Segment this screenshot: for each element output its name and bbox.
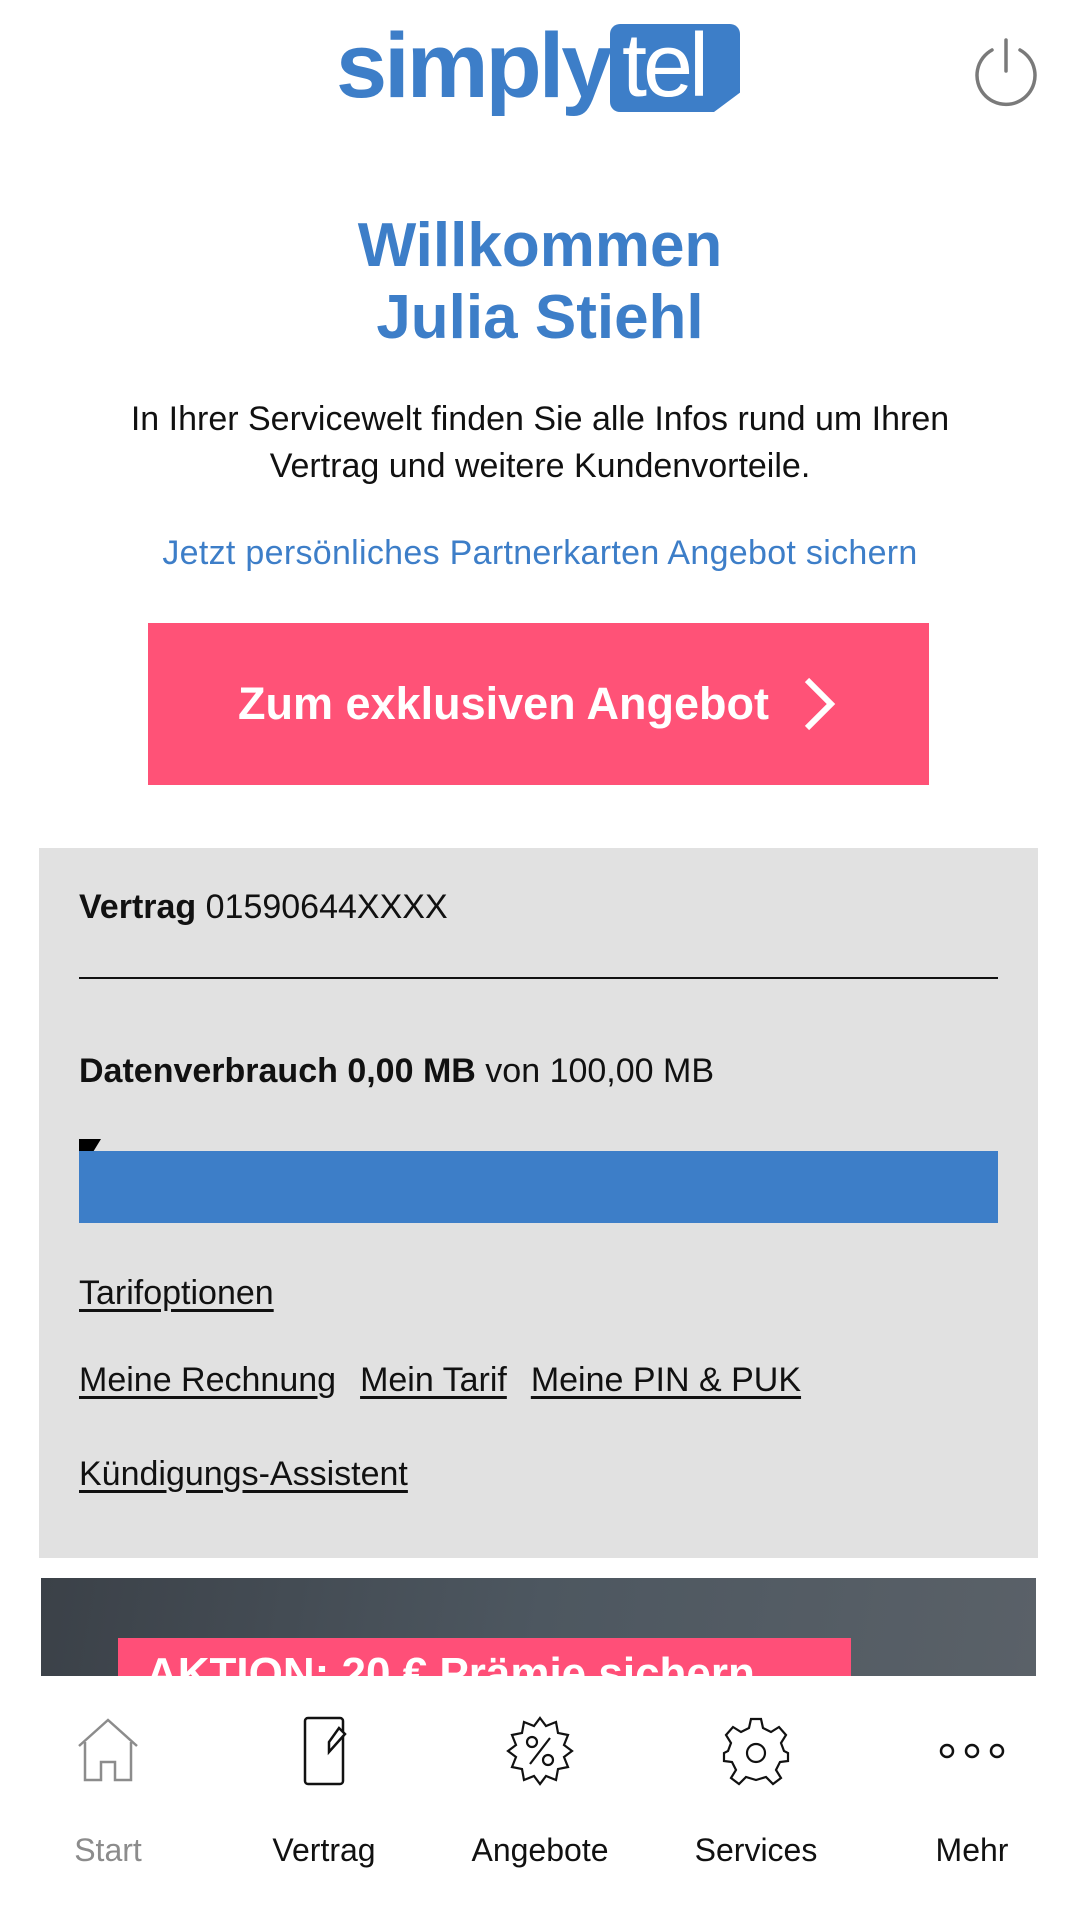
data-usage-bar — [79, 1151, 998, 1223]
chevron-right-icon — [804, 677, 836, 731]
my-tariff-link[interactable]: Mein Tarif — [360, 1361, 507, 1400]
percent-badge-icon — [506, 1716, 574, 1786]
nav-label-mehr: Mehr — [935, 1832, 1009, 1868]
contract-edit-icon — [303, 1716, 347, 1786]
logo-sim-box: tel — [610, 24, 740, 112]
cancellation-assistant-link[interactable]: Kündigungs-Assistent — [79, 1455, 408, 1493]
tariff-options-link[interactable]: Tarifoptionen — [79, 1274, 274, 1312]
bottom-navigation: Start Vertrag Angebote Services Mehr — [0, 1676, 1080, 1920]
contract-number: 01590644XXXX — [205, 888, 448, 926]
nav-label-start: Start — [74, 1832, 142, 1868]
my-invoice-link[interactable]: Meine Rechnung — [79, 1361, 336, 1400]
gear-icon — [722, 1717, 790, 1786]
partner-card-offer-link[interactable]: Jetzt persönliches Partnerkarten Angebot… — [0, 534, 1080, 573]
welcome-line: Willkommen — [357, 211, 723, 280]
nav-item-vertrag[interactable]: Vertrag — [216, 1676, 432, 1920]
logout-button[interactable] — [970, 37, 1042, 109]
contract-card: Vertrag 01590644XXXX Datenverbrauch 0,00… — [39, 848, 1038, 1558]
logo-text: simply — [336, 15, 612, 117]
contract-label: Vertrag — [79, 888, 197, 926]
welcome-heading: Willkommen Julia Stiehl — [0, 210, 1080, 354]
intro-text: In Ihrer Servicewelt finden Sie alle Inf… — [40, 396, 1040, 490]
nav-item-mehr[interactable]: Mehr — [864, 1676, 1080, 1920]
contract-links-row: Meine Rechnung Mein Tarif Meine PIN & PU… — [79, 1361, 998, 1400]
usage-of: von — [485, 1052, 541, 1090]
more-dots-icon — [939, 1743, 1005, 1759]
intro-line-2: Vertrag und weitere Kundenvorteile. — [269, 447, 811, 485]
cancellation-row: Kündigungs-Assistent — [79, 1455, 998, 1494]
nav-label-services: Services — [694, 1832, 818, 1868]
divider — [79, 977, 998, 979]
nav-label-vertrag: Vertrag — [272, 1832, 376, 1868]
pin-puk-link[interactable]: Meine PIN & PUK — [531, 1361, 801, 1400]
usage-total: 100,00 MB — [549, 1052, 715, 1090]
power-icon — [975, 38, 1037, 107]
usage-used: 0,00 MB — [347, 1052, 476, 1090]
nav-item-start[interactable]: Start — [0, 1676, 216, 1920]
usage-label: Datenverbrauch — [79, 1052, 338, 1090]
exclusive-offer-button[interactable]: Zum exklusiven Angebot — [148, 623, 929, 785]
customer-name: Julia Stiehl — [376, 283, 704, 352]
promo-banner[interactable]: AKTION: 20 € Prämie sichern — [41, 1578, 1036, 1678]
simplytel-logo: simply tel — [336, 16, 742, 120]
nav-label-angebote: Angebote — [471, 1832, 609, 1868]
contract-number-row: Vertrag 01590644XXXX — [79, 888, 998, 927]
data-usage-row: Datenverbrauch 0,00 MB von 100,00 MB — [79, 1052, 998, 1091]
logo-box-text: tel — [622, 16, 709, 116]
intro-line-1: In Ihrer Servicewelt finden Sie alle Inf… — [130, 400, 950, 438]
promo-banner-label: AKTION: 20 € Prämie sichern — [118, 1638, 851, 1678]
tariff-options-row: Tarifoptionen — [79, 1274, 998, 1313]
exclusive-offer-label: Zum exklusiven Angebot — [238, 678, 769, 729]
nav-item-services[interactable]: Services — [648, 1676, 864, 1920]
home-icon — [78, 1718, 138, 1782]
nav-item-angebote[interactable]: Angebote — [432, 1676, 648, 1920]
